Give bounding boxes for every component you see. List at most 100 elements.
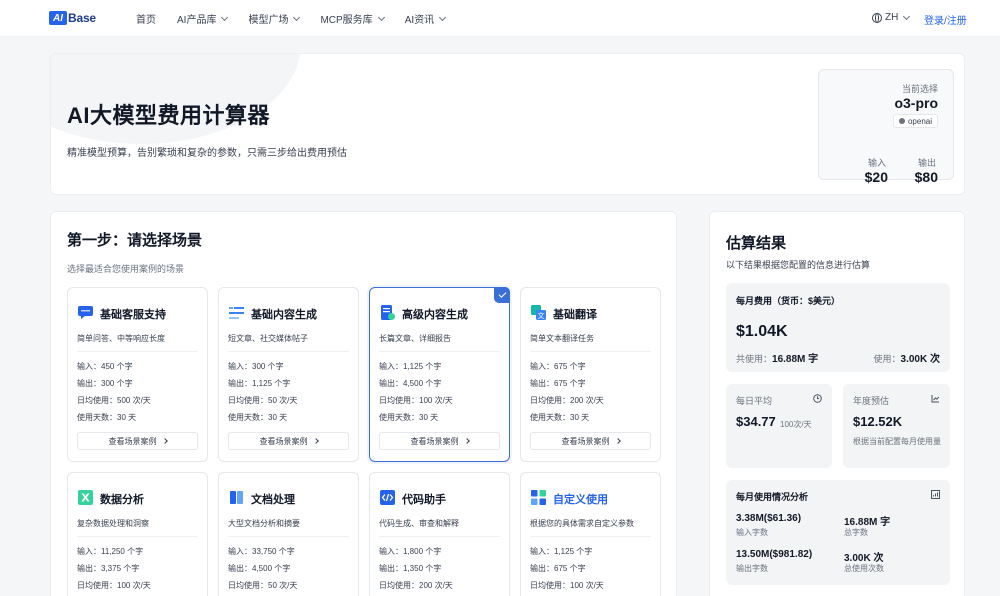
chevron-down-icon	[903, 12, 910, 19]
daily-average-box: 每日平均 $34.77 100次/天	[726, 384, 832, 468]
scenario-title: 数据分析	[100, 491, 144, 507]
nav-ai-news[interactable]: AI资讯	[405, 11, 445, 26]
estimate-subtitle: 以下结果根据您配置的信息进行估算	[726, 258, 870, 271]
scenario-output: 输出：4,500 个字	[379, 378, 441, 389]
scenario-output: 输出：4,500 个字	[228, 563, 290, 574]
scenario-title: 代码助手	[402, 491, 446, 507]
scenario-input: 输入：1,125 个字	[379, 361, 441, 372]
logo[interactable]: AI Base	[49, 11, 96, 25]
divider	[228, 536, 349, 537]
grid-icon	[530, 489, 547, 506]
nav-model-square-label: 模型广场	[248, 11, 288, 26]
chevron-down-icon	[378, 13, 385, 20]
page-title: AI大模型费用计算器	[67, 98, 270, 130]
svg-text:X: X	[81, 492, 90, 505]
total-used-value: 16.88M 字	[772, 354, 818, 365]
divider	[530, 351, 651, 352]
scenario-card[interactable]: X数据分析复杂数据处理和洞察输入：11,250 个字输出：3,375 个字日均使…	[67, 472, 208, 596]
scenario-days: 使用天数：30 天	[77, 412, 136, 423]
monthly-cost-value: $1.04K	[736, 323, 788, 341]
nav-ai-products[interactable]: AI产品库	[177, 11, 227, 26]
translate-icon: 文	[530, 304, 547, 321]
nav-home[interactable]: 首页	[136, 11, 156, 26]
provider-badge: openai	[893, 114, 938, 128]
scenario-output: 输出：675 个字	[530, 378, 586, 389]
scenario-daily-use: 日均使用：200 次/天	[379, 580, 453, 591]
daily-average-label: 每日平均	[736, 394, 772, 407]
scenario-days: 使用天数：30 天	[379, 412, 438, 423]
scenario-title: 基础翻译	[553, 306, 597, 322]
view-scenario-examples-label: 查看场景案例	[109, 436, 157, 447]
view-scenario-examples-label: 查看场景案例	[562, 436, 610, 447]
nav-ai-products-label: AI产品库	[177, 11, 216, 26]
divider	[379, 536, 500, 537]
step-subtitle: 选择最适合您使用案例的场景	[67, 262, 184, 275]
scenario-description: 复杂数据处理和洞察	[77, 518, 149, 529]
view-scenario-examples-button[interactable]: 查看场景案例	[530, 432, 651, 450]
scenario-input: 输入：11,250 个字	[77, 546, 143, 557]
scenario-daily-use: 日均使用：100 次/天	[379, 395, 453, 406]
bar-chart-icon[interactable]	[931, 490, 940, 499]
scenario-title: 高级内容生成	[402, 306, 468, 322]
output-words-value: 13.50M($981.82)	[736, 549, 812, 560]
scenario-daily-use: 日均使用：50 次/天	[228, 395, 297, 406]
scenario-card[interactable]: 文基础翻译简单文本翻译任务输入：675 个字输出：675 个字日均使用：200 …	[520, 287, 661, 462]
divider	[530, 536, 651, 537]
trend-chart-icon	[931, 394, 940, 403]
divider	[228, 351, 349, 352]
scenario-card[interactable]: 基础客服支持简单问答、中等响应长度输入：450 个字输出：300 个字日均使用：…	[67, 287, 208, 462]
current-selection-label: 当前选择	[902, 82, 938, 95]
provider-icon	[899, 118, 905, 124]
divider	[77, 351, 198, 352]
nav-model-square[interactable]: 模型广场	[248, 11, 299, 26]
current-selection-card[interactable]: 当前选择 o3-pro openai 输入 $20 输出 $80	[818, 69, 954, 180]
usage-analysis-title: 每月使用情况分析	[736, 490, 808, 503]
chevron-down-icon	[293, 13, 300, 20]
scenario-card[interactable]: 自定义使用根据您的具体需求自定义参数输入：1,125 个字输出：675 个字日均…	[520, 472, 661, 596]
scenario-card[interactable]: 文档处理大型文档分析和摘要输入：33,750 个字输出：4,500 个字日均使用…	[218, 472, 359, 596]
view-scenario-examples-button[interactable]: 查看场景案例	[379, 432, 500, 450]
data-icon: X	[77, 489, 94, 506]
output-price: $80	[915, 169, 938, 185]
top-nav: AI Base 首页 AI产品库 模型广场 MCP服务库 AI资讯 ZH 登录/…	[0, 0, 1000, 37]
output-price-label: 输出	[918, 156, 936, 169]
svg-text:文: 文	[538, 311, 545, 320]
page-subtitle: 精准模型预算，告别繁琐和复杂的参数，只需三步给出费用预估	[67, 144, 347, 159]
chevron-right-icon	[464, 438, 470, 444]
nav-ai-news-label: AI资讯	[405, 11, 434, 26]
scenario-card[interactable]: 代码助手代码生成、审查和解释输入：1,800 个字输出：1,350 个字日均使用…	[369, 472, 510, 596]
scenario-title: 基础内容生成	[251, 306, 317, 322]
login-register-link[interactable]: 登录/注册	[924, 12, 967, 27]
input-words-value: 3.38M($61.36)	[736, 513, 801, 524]
input-price-label: 输入	[868, 156, 886, 169]
total-words-label: 总字数	[844, 527, 868, 538]
scenario-description: 简单文本翻译任务	[530, 333, 594, 344]
chevron-right-icon	[615, 438, 621, 444]
scenario-title: 自定义使用	[553, 491, 608, 507]
scenario-days: 使用天数：30 天	[228, 412, 287, 423]
logo-mark: AI	[49, 11, 67, 25]
scenario-input: 输入：675 个字	[530, 361, 586, 372]
nav-home-label: 首页	[136, 11, 156, 26]
estimate-title: 估算结果	[726, 232, 786, 253]
view-scenario-examples-label: 查看场景案例	[411, 436, 459, 447]
view-scenario-examples-button[interactable]: 查看场景案例	[228, 432, 349, 450]
selected-check-icon	[494, 287, 510, 303]
view-scenario-examples-button[interactable]: 查看场景案例	[77, 432, 198, 450]
output-words-label: 输出字数	[736, 563, 768, 574]
chevron-down-icon	[221, 13, 228, 20]
nav-mcp-services[interactable]: MCP服务库	[320, 11, 383, 26]
view-scenario-examples-label: 查看场景案例	[260, 436, 308, 447]
divider	[77, 536, 198, 537]
scenario-output: 输出：300 个字	[77, 378, 133, 389]
daily-average-unit: 100次/天	[780, 419, 812, 430]
scenario-card[interactable]: 高级内容生成长篇文章、详细报告输入：1,125 个字输出：4,500 个字日均使…	[369, 287, 510, 462]
scenario-input: 输入：450 个字	[77, 361, 133, 372]
scenario-card[interactable]: 基础内容生成短文章、社交媒体帖子输入：300 个字输出：1,125 个字日均使用…	[218, 287, 359, 462]
language-switcher[interactable]: ZH	[872, 12, 909, 23]
uses-label: 使用：	[874, 354, 901, 364]
scenario-output: 输出：675 个字	[530, 563, 586, 574]
scenario-input: 输入：300 个字	[228, 361, 284, 372]
scenario-daily-use: 日均使用：100 次/天	[77, 580, 151, 591]
scenario-output: 输出：1,125 个字	[228, 378, 290, 389]
